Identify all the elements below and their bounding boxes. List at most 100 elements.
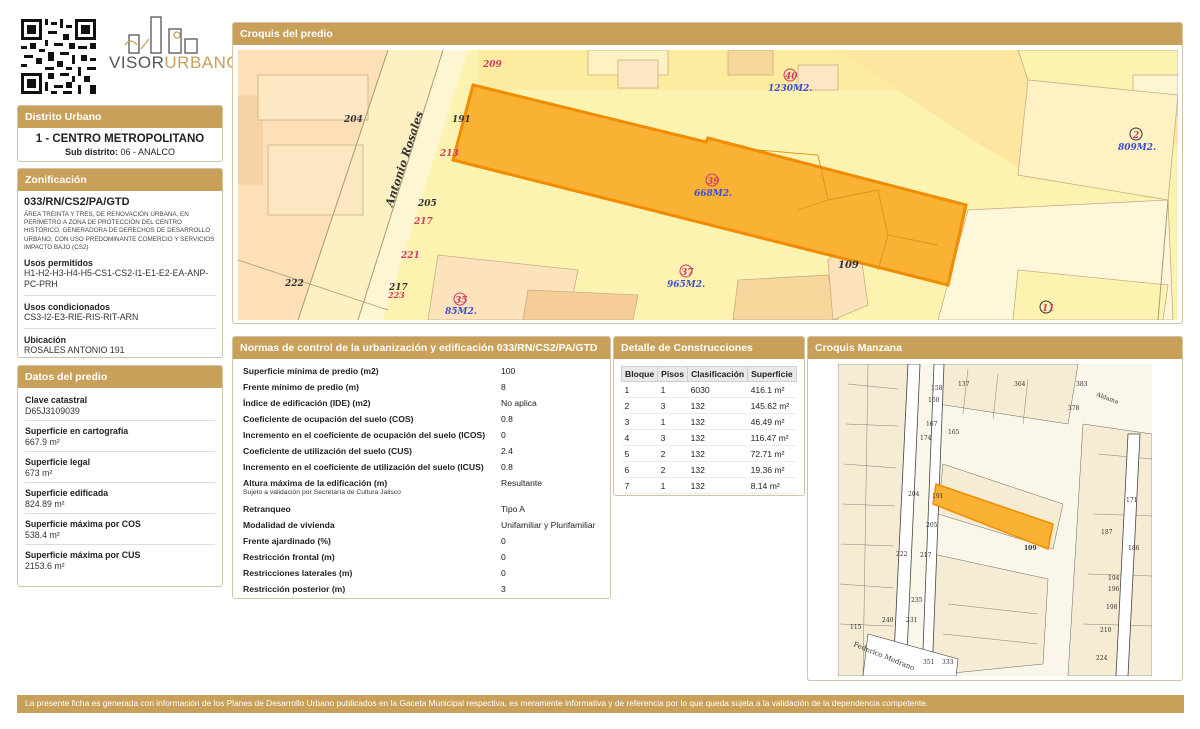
dato-item: Superficie legal 673 m² (25, 452, 215, 483)
logo-text: VISORURBANO (109, 53, 241, 72)
detalle-construcciones-panel: Detalle de Construcciones Bloque Pisos C… (613, 336, 805, 496)
mz-109: 109 (1024, 545, 1037, 552)
zonificacion-description: ÁREA TREINTA Y TRES, DE RENOVACIÓN URBAN… (24, 211, 215, 251)
mz-174: 174 (920, 435, 932, 442)
col-clasificacion: Clasificación (687, 366, 749, 382)
usos-permitidos-label: Usos permitidos (24, 257, 93, 268)
lot-11: 11 (1042, 304, 1055, 314)
croquis-manzana-map[interactable]: 109 204 191 205 222 217 187 186 171 235 … (838, 364, 1152, 676)
table-row: Restricción frontal (m) 0 (243, 552, 506, 562)
mz-217: 217 (920, 552, 932, 559)
usos-condicionados-value: CS3-I2-E3-RIE-RIS-RIT-ARN (24, 311, 139, 322)
label-109: 109 (838, 260, 859, 271)
mz-205: 205 (926, 522, 938, 529)
mz-187: 187 (1101, 529, 1113, 536)
table-row: Modalidad de vivienda Unifamiliar y Pluri… (243, 520, 596, 530)
col-pisos: Pisos (657, 366, 689, 382)
table-row: Restricciones laterales (m) 0 (243, 568, 506, 578)
col-bloque: Bloque (620, 366, 659, 382)
table-row: 2 3 132 145.62 m² (621, 397, 797, 414)
zonificacion-code: 033/RN/CS2/PA/GTD (24, 196, 130, 208)
table-row: 5 2 132 72.71 m² (621, 445, 797, 462)
panel-header: Normas de control de la urbanización y e… (233, 337, 610, 359)
table-row: Frente mínimo de predio (m) 8 (243, 382, 506, 392)
croquis-predio-panel: Croquis del predio 209 191 204 213 205 2… (232, 22, 1183, 324)
usos-permitidos-value: H1-H2-H3-H4-H5-CS1-CS2-I1-E1-E2-EA-ANP-P… (24, 267, 209, 289)
mz-240: 240 (882, 617, 894, 624)
croquis-predio-map[interactable]: 209 191 204 213 205 217 221 222 217 223 … (238, 50, 1178, 320)
mz-333: 333 (942, 659, 954, 666)
mz-383: 383 (1076, 381, 1088, 388)
footer-disclaimer: La presente ficha es generada con inform… (17, 695, 1184, 713)
table-header-row: Bloque Pisos Clasificación Superficie (620, 366, 797, 382)
table-row: 4 3 132 116.47 m² (621, 429, 797, 446)
normas-panel: Normas de control de la urbanización y e… (232, 336, 611, 599)
mz-158: 158 (931, 385, 943, 392)
label-213: 213 (439, 149, 459, 159)
lot-40: 40 (785, 72, 798, 82)
qr-code (21, 19, 96, 94)
mz-224: 224 (1096, 655, 1108, 662)
distrito-name: 1 - CENTRO METROPOLITANO (35, 133, 205, 145)
distrito-urbano-panel: Distrito Urbano 1 - CENTRO METROPOLITANO… (17, 105, 223, 162)
table-row: 1 1 6030 416.1 m² (621, 381, 797, 398)
label-191: 191 (452, 115, 471, 125)
table-row: 3 1 132 46.49 m² (621, 413, 797, 430)
mz-165: 165 (948, 429, 960, 436)
lot-40-area: 1230M2. (768, 84, 812, 94)
lot-2-area: 809M2. (1118, 143, 1156, 153)
mz-171: 171 (1126, 497, 1137, 504)
mz-210: 210 (1100, 627, 1112, 634)
mz-186: 186 (1128, 545, 1140, 552)
table-row: 7 1 132 8.14 m² (621, 477, 797, 494)
ubicacion-value: ROSALES ANTONIO 191 (24, 344, 125, 355)
mz-191: 191 (932, 493, 943, 500)
table-row: Retranqueo Tipo A (243, 504, 526, 514)
label-223: 223 (387, 290, 405, 300)
dato-item: Superficie edificada 824.89 m² (25, 483, 215, 514)
croquis-manzana-panel: Croquis Manzana 109 204 191 205 222 217 … (807, 336, 1183, 681)
panel-header: Croquis del predio (233, 23, 1182, 45)
lot-39: 39 (707, 177, 720, 187)
panel-header: Datos del predio (18, 366, 222, 388)
dato-item: Clave catastral D65J3109039 (25, 390, 215, 421)
label-209: 209 (482, 60, 503, 70)
mz-137: 137 (958, 381, 970, 388)
panel-header: Detalle de Construcciones (614, 337, 804, 359)
mz-351: 351 (923, 659, 934, 666)
mz-198: 198 (1106, 604, 1118, 611)
label-205: 205 (417, 199, 437, 209)
table-row: Incremento en el coeficiente de ocupació… (243, 430, 506, 440)
ubicacion-label: Ubicación (24, 334, 67, 345)
mz-115: 115 (850, 624, 862, 631)
panel-header: Zonificación (18, 169, 222, 191)
table-row: Restricción posterior (m) 3 (243, 584, 506, 594)
label-221: 221 (400, 251, 420, 261)
mz-196: 196 (1108, 586, 1120, 593)
lot-35: 35 (455, 296, 468, 306)
table-row: 6 2 132 19.36 m² (621, 461, 797, 478)
subdistrito: Sub distrito: 06 - ANALCO (64, 147, 176, 157)
panel-header: Distrito Urbano (18, 106, 222, 128)
table-row: Frente ajardinado (%) 0 (243, 536, 506, 546)
mz-204: 204 (908, 491, 920, 498)
table-row: Índice de edificación (IDE) (m2) No aplic… (243, 398, 537, 408)
label-217: 217 (413, 217, 434, 227)
mz-194: 194 (1108, 575, 1120, 582)
table-row: Superficie mínima de predio (m2) 100 (243, 366, 516, 376)
mz-222: 222 (896, 551, 908, 558)
zonificacion-panel: Zonificación 033/RN/CS2/PA/GTD ÁREA TREI… (17, 168, 223, 358)
table-row: Coeficiente de ocupación del suelo (COS)… (243, 414, 513, 424)
construcciones-table: Bloque Pisos Clasificación Superficie 11… (620, 366, 797, 494)
lot-37: 37 (681, 268, 694, 278)
mz-364: 364 (1014, 381, 1026, 388)
label-222: 222 (284, 279, 304, 289)
table-row: Incremento en el coeficiente de utilizac… (243, 462, 513, 472)
table-row: Altura máxima de la edificación (m) Sujet… (243, 478, 543, 496)
lot-39-area: 668M2. (694, 189, 732, 199)
col-superficie: Superficie (747, 366, 797, 382)
dato-item: Superficie máxima por COS 538.4 m² (25, 514, 215, 545)
lot-2: 2 (1132, 131, 1139, 141)
mz-231: 231 (906, 617, 917, 624)
label-204: 204 (343, 115, 363, 125)
